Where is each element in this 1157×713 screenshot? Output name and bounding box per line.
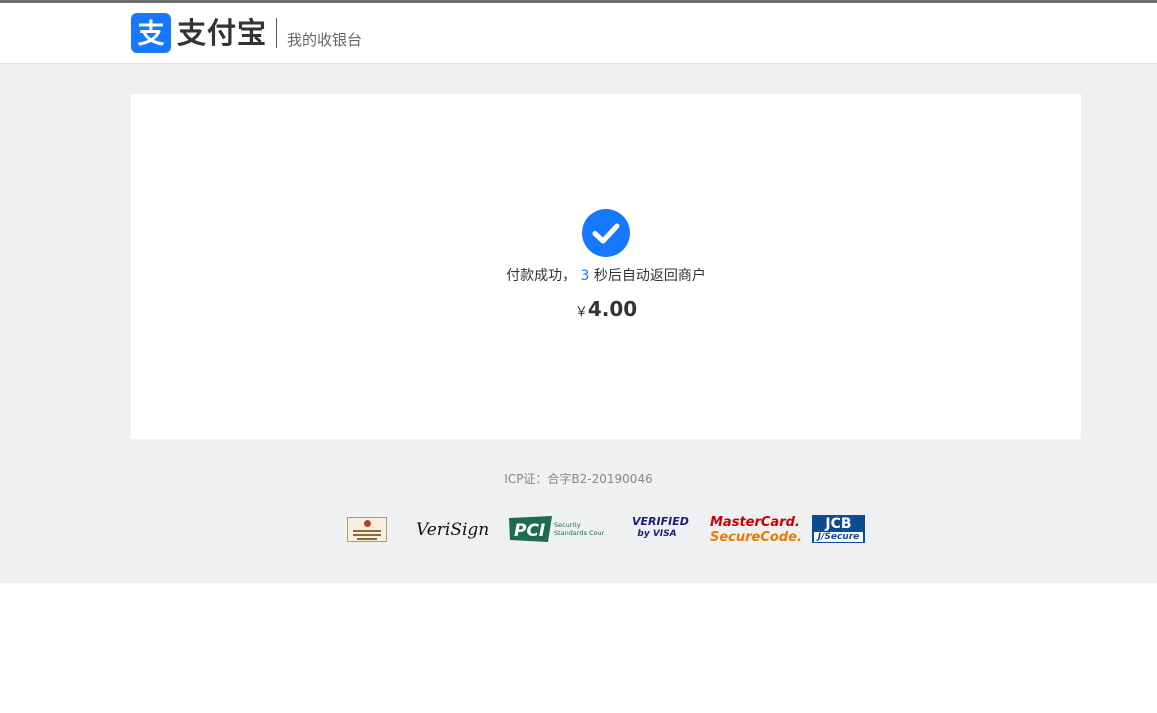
amount-value: 4.00 [587, 297, 638, 321]
icp-license[interactable]: ICP证：合字B2-20190046 [0, 471, 1157, 487]
verisign-badge[interactable]: VeriSign [416, 516, 489, 550]
certificate-badge[interactable] [347, 517, 387, 542]
svg-text:支: 支 [138, 19, 165, 50]
payment-amount: ￥4.00 [131, 296, 1081, 326]
result-card: 付款成功， 3 秒后自动返回商户 ￥4.00 [131, 94, 1081, 439]
currency-symbol: ￥ [574, 305, 588, 320]
jcb-jsecure-badge[interactable]: JCB J/Secure [812, 515, 865, 543]
status-suffix: 秒后自动返回商户 [593, 268, 706, 284]
pci-badge[interactable]: PCI Security Standards Council [508, 515, 613, 543]
logo-text[interactable]: 支付宝 [177, 14, 267, 52]
mastercard-securecode-badge[interactable]: MasterCard. SecureCode. [710, 515, 802, 549]
svg-text:Security: Security [554, 521, 581, 529]
svg-text:PCI: PCI [514, 521, 545, 541]
payment-status: 付款成功， 3 秒后自动返回商户 [131, 266, 1081, 286]
seal-icon [364, 520, 371, 527]
cashier-title: 我的收银台 [287, 31, 363, 49]
check-circle-icon [582, 209, 630, 257]
svg-text:Standards Council: Standards Council [554, 529, 604, 537]
security-badges: VeriSign PCI Security Standards Council … [0, 512, 1157, 546]
alipay-logo-icon[interactable]: 支 [131, 13, 171, 53]
countdown-seconds: 3 [580, 268, 590, 284]
logo-divider [276, 18, 277, 48]
page-header: 支 支付宝 我的收银台 [0, 3, 1157, 64]
verified-by-visa-badge[interactable]: VERIFIED by VISA [632, 516, 689, 550]
status-prefix: 付款成功， [506, 268, 577, 284]
